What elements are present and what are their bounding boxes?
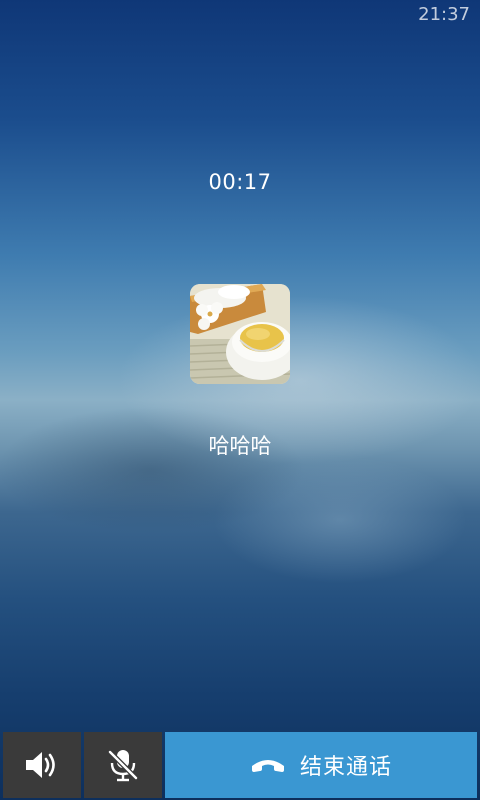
mute-button[interactable] [84,732,162,798]
avatar-image [190,284,290,384]
status-bar-time: 21:37 [418,4,470,25]
contact-avatar [190,284,290,384]
phone-hangup-icon [251,760,284,772]
call-timer: 00:17 [208,170,272,194]
end-call-button[interactable]: 结束通话 [165,732,477,798]
speaker-icon [26,752,55,778]
call-controls-bar: 结束通话 [0,730,480,800]
speaker-button[interactable] [3,732,81,798]
end-call-label: 结束通话 [299,755,392,780]
call-screen: 21:37 00:17 哈哈哈 结束通话 [0,0,480,800]
microphone-muted-icon [108,750,138,782]
contact-name: 哈哈哈 [208,434,272,458]
